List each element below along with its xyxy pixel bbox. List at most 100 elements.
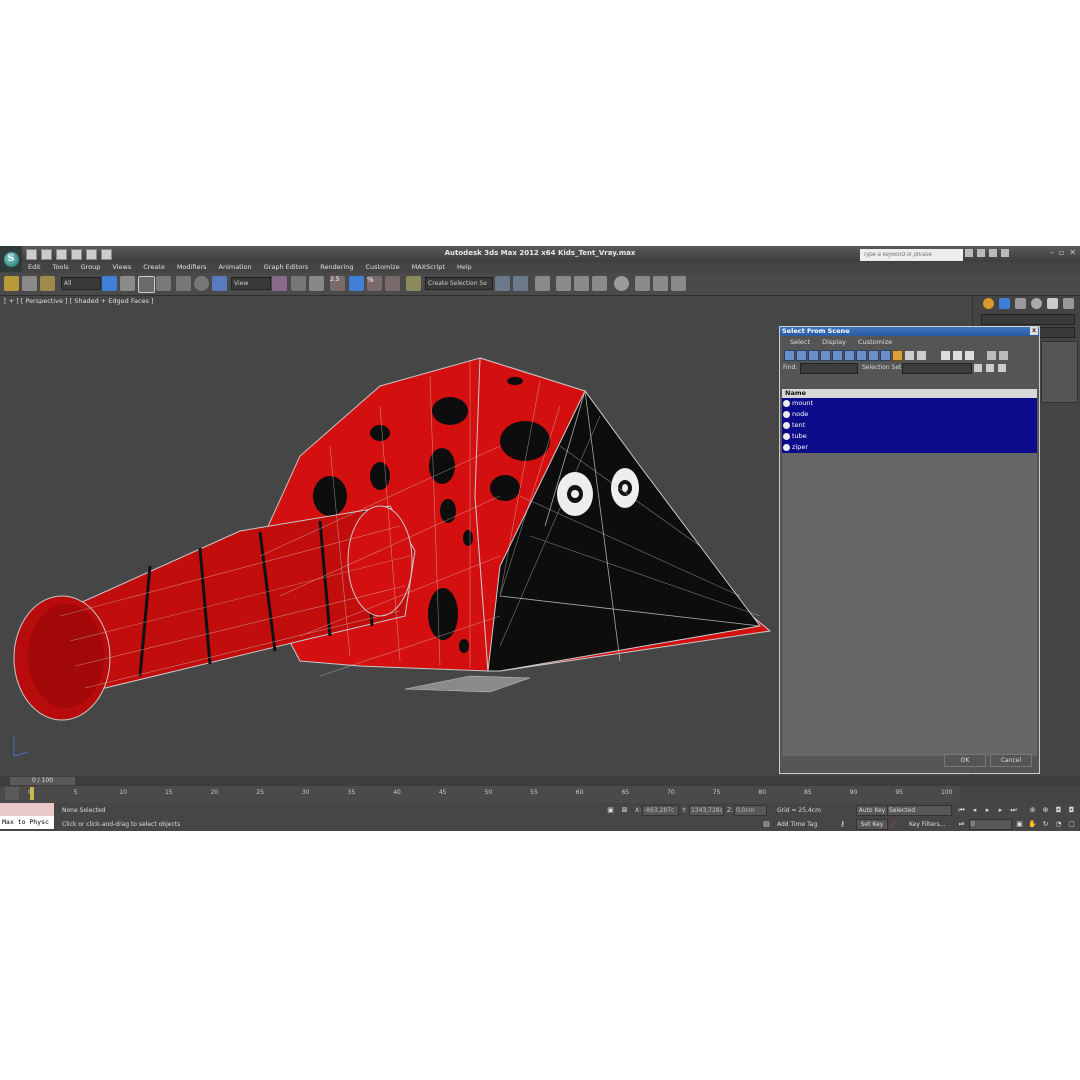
pan-icon[interactable]: ✋ [1028, 820, 1037, 829]
zoom-all-icon[interactable]: ⊕ [1041, 806, 1050, 815]
maximize-viewport-icon[interactable]: ▢ [1067, 820, 1076, 829]
go-to-end-icon[interactable]: ⏭ [1009, 806, 1018, 815]
menu-edit[interactable]: Edit [22, 262, 47, 272]
align-icon[interactable] [513, 276, 528, 291]
list-item[interactable]: ziper [782, 442, 1037, 453]
save-set-icon[interactable] [974, 364, 982, 372]
rotate-icon[interactable] [194, 276, 209, 291]
graphite-ribbon-icon[interactable] [556, 276, 571, 291]
menu-rendering[interactable]: Rendering [314, 262, 359, 272]
display-groups-icon[interactable] [856, 350, 867, 361]
auto-key-button[interactable]: Auto Key [856, 805, 888, 816]
create-tab-icon[interactable] [983, 298, 994, 309]
filter-icon[interactable] [986, 350, 997, 361]
go-to-start-icon[interactable]: ⏮ [957, 806, 966, 815]
next-frame-icon[interactable]: ▸ [996, 806, 1005, 815]
current-frame-field[interactable]: 0 [969, 819, 1012, 830]
zoom-extents-all-icon[interactable]: ◘ [1067, 806, 1076, 815]
link-icon[interactable] [4, 276, 19, 291]
orbit-icon[interactable]: ↻ [1041, 820, 1050, 829]
star-icon[interactable] [989, 249, 997, 257]
rectangular-region-icon[interactable] [138, 276, 155, 293]
named-selection-dropdown[interactable]: Create Selection Se [425, 277, 493, 290]
mirror-icon[interactable] [495, 276, 510, 291]
set-key-button[interactable]: Set Key [856, 819, 888, 830]
motion-tab-icon[interactable] [1031, 298, 1042, 309]
y-coordinate-field[interactable]: 1343,728c [689, 805, 724, 816]
key-filters-button[interactable]: Key Filters... [909, 821, 946, 828]
display-helpers-icon[interactable] [832, 350, 843, 361]
absolute-mode-icon[interactable]: ⊠ [620, 806, 629, 815]
minimize-icon[interactable]: – [1050, 248, 1054, 257]
display-lights-icon[interactable] [808, 350, 819, 361]
time-tag-icon[interactable]: ▤ [762, 820, 771, 829]
zoom-icon[interactable]: ⊕ [1028, 806, 1037, 815]
display-none-icon[interactable] [904, 350, 915, 361]
find-input[interactable] [800, 363, 858, 374]
menu-create[interactable]: Create [137, 262, 171, 272]
maxscript-input[interactable]: Max to Physc [0, 816, 54, 829]
render-production-icon[interactable] [671, 276, 686, 291]
display-bones-icon[interactable] [880, 350, 891, 361]
render-setup-icon[interactable] [635, 276, 650, 291]
selection-filter-dropdown[interactable]: All [61, 277, 101, 290]
list-item[interactable]: node [782, 409, 1037, 420]
key-icon[interactable]: ⚷ [838, 820, 847, 829]
key-mode-toggle-icon[interactable]: ⏯ [957, 820, 966, 829]
dialog-menu-display[interactable]: Display [816, 336, 852, 348]
menu-group[interactable]: Group [75, 262, 107, 272]
display-invert-icon[interactable] [916, 350, 927, 361]
cancel-button[interactable]: Cancel [990, 754, 1032, 767]
display-shapes-icon[interactable] [796, 350, 807, 361]
dialog-menu-select[interactable]: Select [784, 336, 816, 348]
curve-editor-icon[interactable] [574, 276, 589, 291]
spinner-snap-icon[interactable] [385, 276, 400, 291]
key-mode-icon[interactable]: ╱ [889, 820, 898, 829]
frame-display[interactable]: 0 / 100 [10, 777, 75, 785]
menu-views[interactable]: Views [106, 262, 137, 272]
reference-coordinate-dropdown[interactable]: View [231, 277, 271, 290]
material-editor-icon[interactable] [614, 276, 629, 291]
menu-customize[interactable]: Customize [359, 262, 405, 272]
list-item[interactable]: tube [782, 431, 1037, 442]
utilities-tab-icon[interactable] [1063, 298, 1074, 309]
edit-set-icon[interactable] [986, 364, 994, 372]
maxscript-listener[interactable]: Max to Physc [0, 803, 54, 830]
edit-named-selection-icon[interactable] [406, 276, 421, 291]
angle-snap-icon[interactable] [349, 276, 364, 291]
maxscript-output[interactable] [0, 803, 54, 816]
scale-icon[interactable] [212, 276, 227, 291]
menu-graph-editors[interactable]: Graph Editors [258, 262, 315, 272]
selection-set-dropdown[interactable] [902, 363, 972, 374]
play-icon[interactable]: ▸ [983, 806, 992, 815]
previous-frame-icon[interactable]: ◂ [970, 806, 979, 815]
lock-icon[interactable]: ▣ [606, 806, 615, 815]
display-all-icon[interactable] [892, 350, 903, 361]
move-icon[interactable] [176, 276, 191, 291]
display-xrefs-icon[interactable] [868, 350, 879, 361]
select-all-icon[interactable] [940, 350, 951, 361]
display-spacewarps-icon[interactable] [844, 350, 855, 361]
communication-icon[interactable] [977, 249, 985, 257]
dialog-menu-customize[interactable]: Customize [852, 336, 898, 348]
select-by-name-icon[interactable] [120, 276, 135, 291]
z-coordinate-field[interactable]: 0,0cm [734, 805, 767, 816]
keyboard-shortcut-icon[interactable] [309, 276, 324, 291]
menu-animation[interactable]: Animation [213, 262, 258, 272]
mini-curve-editor-icon[interactable] [5, 787, 19, 800]
maximize-icon[interactable]: ▫ [1059, 248, 1064, 257]
layer-manager-icon[interactable] [535, 276, 550, 291]
zoom-extents-icon[interactable]: ◘ [1054, 806, 1063, 815]
menu-maxscript[interactable]: MAXScript [406, 262, 451, 272]
select-invert-icon[interactable] [964, 350, 975, 361]
bind-spacewarp-icon[interactable] [40, 276, 55, 291]
list-item[interactable]: mount [782, 398, 1037, 409]
snap-toggle-icon[interactable]: 2.5 [330, 276, 345, 291]
schematic-view-icon[interactable] [592, 276, 607, 291]
display-cameras-icon[interactable] [820, 350, 831, 361]
time-config-icon[interactable]: ▣ [1015, 820, 1024, 829]
object-name-field[interactable] [981, 314, 1075, 325]
help-icon[interactable] [1001, 249, 1009, 257]
menu-tools[interactable]: Tools [47, 262, 75, 272]
ok-button[interactable]: OK [944, 754, 986, 767]
